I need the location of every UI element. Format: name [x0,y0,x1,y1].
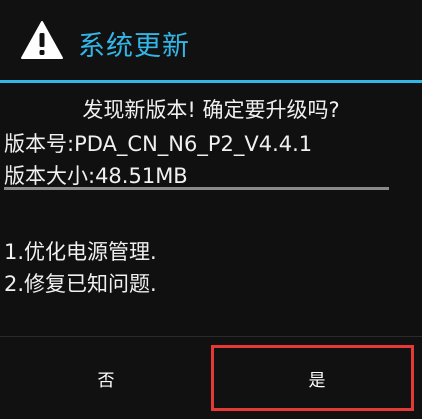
title-divider [0,80,422,83]
release-note-item: 2.修复已知问题. [4,272,157,296]
update-dialog: 系统更新 发现新版本! 确定要升级吗? 版本号:PDA_CN_N6_P2_V4.… [0,0,422,419]
content-divider [4,187,389,190]
version-size: 版本大小:48.51MB [4,164,188,188]
dialog-title: 系统更新 [78,31,190,62]
dialog-title-bar: 系统更新 [0,0,422,83]
confirm-button[interactable]: 是 [212,337,422,419]
cancel-button[interactable]: 否 [0,337,212,419]
version-number: 版本号:PDA_CN_N6_P2_V4.4.1 [4,132,313,156]
dialog-button-row: 否 是 [0,336,422,419]
release-note-item: 1.优化电源管理. [4,240,157,264]
warning-icon [21,21,63,59]
update-question: 发现新版本! 确定要升级吗? [82,98,340,122]
